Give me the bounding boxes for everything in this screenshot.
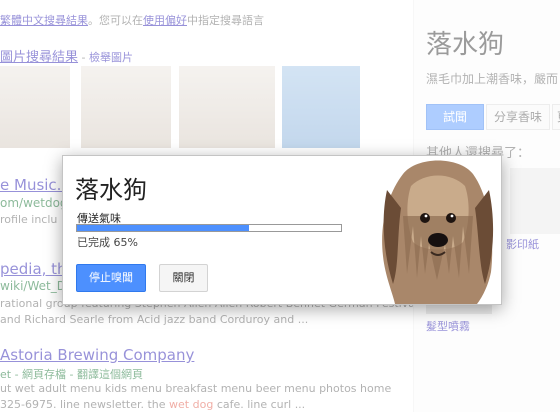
close-button[interactable]: 關閉 xyxy=(159,264,208,292)
result-title-3[interactable]: Astoria Brewing Company xyxy=(0,346,194,364)
language-settings-link[interactable]: 使用偏好 xyxy=(143,14,187,27)
result-url-1[interactable]: om/wetdog xyxy=(0,196,68,210)
result-snippet-1: rofile inclu xyxy=(0,213,58,226)
image-results-header: 圖片搜尋結果 - 檢舉圖片 xyxy=(0,46,133,65)
result-snippet-2b: and Richard Searle from Acid jazz band C… xyxy=(0,313,309,326)
language-results-link[interactable]: 繁體中文搜尋結果 xyxy=(0,14,88,27)
image-results-link[interactable]: 圖片搜尋結果 xyxy=(0,50,78,65)
snippet-text-end: cafe. line curl ... xyxy=(213,398,306,411)
result-snippet-3b: 325-6975. line newsletter. the wet dog c… xyxy=(0,398,305,411)
image-thumbnail[interactable] xyxy=(179,66,275,148)
wet-dog-image xyxy=(382,160,494,304)
snippet-highlight: wet dog xyxy=(169,398,214,411)
progress-label: 已完成 65% xyxy=(77,236,138,249)
language-note-end: 中指定搜尋語言 xyxy=(187,14,264,27)
result-snippet-3: ut wet adult menu kids menu breakfast me… xyxy=(0,382,392,395)
progress-bar xyxy=(76,224,342,232)
knowledge-panel-desc: 濕毛巾加上潮香味，嚴而 xyxy=(426,72,559,86)
tab-share-scent[interactable]: 分享香味 xyxy=(486,104,550,130)
tab-sniff[interactable]: 試聞 xyxy=(426,104,484,130)
report-images-link[interactable]: 檢舉圖片 xyxy=(89,51,133,64)
tab-more[interactable]: 更 xyxy=(552,104,560,130)
dialog-title: 落水狗 xyxy=(75,176,147,204)
language-note: 繁體中文搜尋結果。您可以在使用偏好中指定搜尋語言 xyxy=(0,12,264,28)
result-url-2[interactable]: wiki/Wet_D xyxy=(0,279,66,293)
image-thumbnail[interactable] xyxy=(0,66,70,148)
sniff-progress-dialog: 落水狗 傳送氣味 已完成 65% 停止嗅聞 關閉 xyxy=(62,155,502,305)
header-separator: - xyxy=(78,51,89,64)
also-searched-item-hairspray[interactable]: 髮型噴霧 xyxy=(426,318,470,334)
snippet-text: 325-6975. line newsletter. the xyxy=(0,398,170,411)
stop-sniffing-button[interactable]: 停止嗅聞 xyxy=(76,264,146,292)
knowledge-panel-title: 落水狗 xyxy=(426,30,505,60)
also-searched-item-paper[interactable]: 影印紙 xyxy=(506,236,539,252)
image-thumbnail[interactable] xyxy=(81,66,171,148)
result-url-3[interactable]: et - 網頁存檔 - 翻譯這個網頁 xyxy=(0,366,143,382)
image-thumbnail[interactable] xyxy=(282,66,360,148)
progress-bar-fill xyxy=(77,225,249,231)
printer-paper-image[interactable] xyxy=(510,168,560,234)
language-note-middle: 。您可以在 xyxy=(88,14,143,27)
